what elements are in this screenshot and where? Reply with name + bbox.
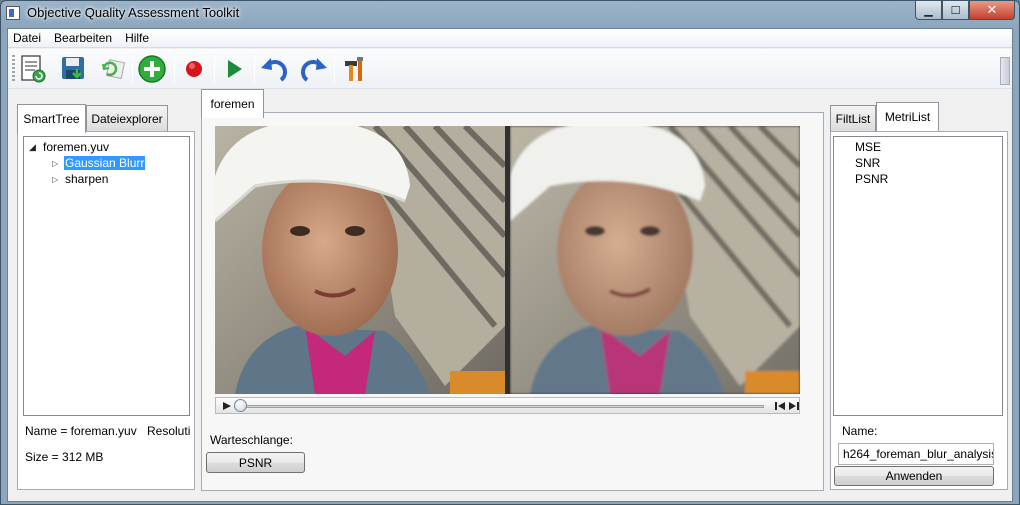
collapsed-arrow-icon[interactable]: ▷ [52, 175, 62, 184]
tab-filtlist[interactable]: FiltList [830, 105, 876, 131]
refresh-button[interactable] [96, 53, 128, 85]
name-label: Name: [842, 424, 878, 438]
metric-list: MSE SNR PSNR [833, 136, 1003, 416]
client-area: Datei Bearbeiten Hilfe SmartTree Dateiex… [7, 28, 1013, 502]
expand-arrow-icon[interactable]: ◢ [29, 142, 39, 153]
new-project-button[interactable] [16, 53, 48, 85]
smart-tree: ◢ foremen.yuv ▷ Gaussian Blurr ▷ sharpen [23, 136, 190, 416]
undo-icon [261, 58, 287, 82]
refresh-icon [102, 59, 126, 80]
menu-bearbeiten[interactable]: Bearbeiten [49, 31, 120, 45]
title-bar[interactable]: Objective Quality Assessment Toolkit ▁ ☐… [1, 1, 1019, 27]
tree-item-root[interactable]: ◢ foremen.yuv [29, 139, 109, 155]
maximize-icon: ☐ [950, 4, 961, 17]
video-viewer[interactable] [215, 126, 800, 394]
queue-label: Warteschlange: [210, 433, 293, 447]
collapsed-arrow-icon[interactable]: ▷ [52, 159, 62, 168]
toolbar [8, 49, 1012, 89]
apply-button[interactable]: Anwenden [834, 466, 994, 486]
tab-metrilist[interactable]: MetriList [876, 102, 939, 131]
menu-bar: Datei Bearbeiten Hilfe [8, 29, 1012, 48]
seek-thumb[interactable] [234, 399, 247, 412]
tools-icon [345, 57, 363, 81]
tab-smarttree[interactable]: SmartTree [17, 104, 86, 133]
playback-bar [215, 397, 800, 414]
play-button[interactable] [218, 53, 250, 85]
file-resolution-info: Resoluti [147, 424, 191, 438]
processed-frame [510, 126, 800, 394]
psnr-queue-button[interactable]: PSNR [206, 452, 305, 473]
save-button[interactable] [58, 53, 90, 85]
menu-datei[interactable]: Datei [8, 31, 49, 45]
toolbar-overflow[interactable] [1000, 57, 1010, 85]
foreman-original-image [215, 126, 505, 394]
step-back-icon[interactable] [774, 401, 786, 411]
tree-item-label: foremen.yuv [43, 140, 110, 154]
play-icon [228, 60, 242, 78]
tab-foremen[interactable]: foremen [201, 89, 264, 118]
metric-item-psnr[interactable]: PSNR [855, 172, 888, 186]
record-icon [186, 61, 202, 77]
tree-item-gaussian-blurr[interactable]: ▷ Gaussian Blurr [52, 155, 146, 171]
metric-item-snr[interactable]: SNR [855, 156, 880, 170]
file-name-info: Name = foreman.yuv [25, 424, 137, 438]
save-icon [62, 57, 84, 79]
step-forward-icon[interactable] [788, 401, 800, 411]
tools-button[interactable] [338, 53, 370, 85]
minimize-icon: ▁ [924, 4, 933, 17]
close-icon: ✕ [986, 2, 998, 17]
seek-track[interactable] [239, 405, 764, 408]
add-button[interactable] [136, 53, 168, 85]
add-icon [138, 55, 166, 83]
minimize-button[interactable]: ▁ [915, 1, 942, 20]
maximize-button[interactable]: ☐ [942, 1, 969, 20]
new-project-icon [21, 55, 46, 83]
close-button[interactable]: ✕ [969, 1, 1015, 20]
tab-dateiexplorer[interactable]: Dateiexplorer [86, 105, 168, 131]
file-size-info: Size = 312 MB [25, 450, 104, 464]
tree-item-sharpen[interactable]: ▷ sharpen [52, 171, 108, 187]
record-button[interactable] [178, 53, 210, 85]
toolbar-grip[interactable] [12, 55, 15, 83]
metric-item-mse[interactable]: MSE [855, 140, 881, 154]
undo-button[interactable] [258, 53, 290, 85]
play-small-icon[interactable] [222, 401, 232, 411]
tree-item-label: Gaussian Blurr [64, 156, 146, 170]
analysis-name-input[interactable]: h264_foreman_blur_analysis [838, 443, 994, 465]
app-icon [6, 6, 20, 20]
foreman-blurred-image [510, 126, 800, 394]
menu-hilfe[interactable]: Hilfe [120, 31, 157, 45]
app-window: Objective Quality Assessment Toolkit ▁ ☐… [0, 0, 1020, 505]
window-title: Objective Quality Assessment Toolkit [27, 5, 240, 20]
redo-button[interactable] [298, 53, 330, 85]
original-frame [215, 126, 505, 394]
tree-item-label: sharpen [65, 172, 109, 186]
redo-icon [301, 58, 327, 82]
